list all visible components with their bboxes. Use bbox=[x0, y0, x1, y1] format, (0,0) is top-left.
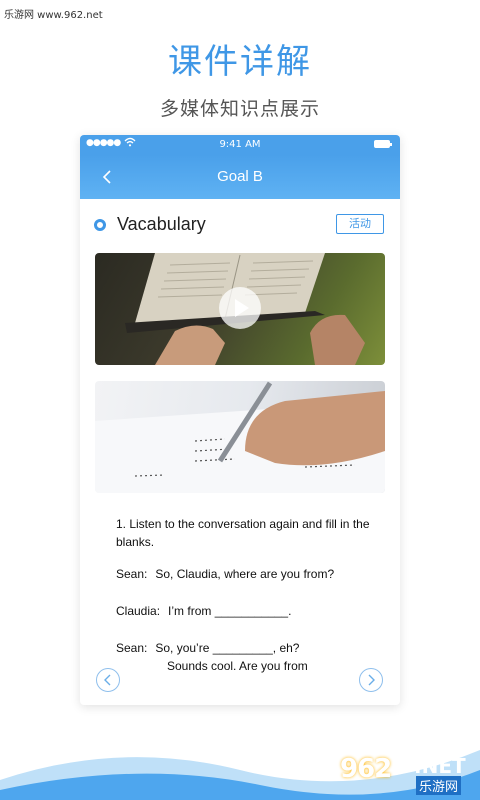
play-icon[interactable] bbox=[219, 287, 261, 329]
dialogue-line: Sean: So, you’re _________, eh? bbox=[116, 639, 376, 657]
prev-arrow-icon[interactable] bbox=[96, 668, 120, 692]
next-arrow-icon[interactable] bbox=[359, 668, 383, 692]
exercise-content: 1. Listen to the conversation again and … bbox=[116, 515, 376, 675]
logo-site-name: 乐游网 bbox=[416, 776, 462, 795]
dialogue-text: So, Claudia, where are you from? bbox=[155, 567, 335, 581]
exercise-instruction: 1. Listen to the conversation again and … bbox=[116, 517, 370, 549]
phone-mockup: ●●●●● 9:41 AM Goal B Vacabulary 活动 1. Li… bbox=[80, 135, 400, 705]
section-title: Vacabulary bbox=[117, 214, 206, 234]
logo-suffix: .NET bbox=[414, 754, 466, 778]
status-time: 9:41 AM bbox=[219, 139, 261, 150]
worksheet-illustration bbox=[95, 381, 385, 493]
speaker-label: Claudia: bbox=[116, 604, 161, 618]
dialogue-text: So, you’re _________, eh? bbox=[155, 641, 300, 655]
speaker-label: Sean: bbox=[116, 641, 148, 655]
dialogue-line: Sean: So, Claudia, where are you from? bbox=[116, 565, 376, 583]
nav-title: Goal B bbox=[217, 168, 263, 185]
writing-image bbox=[95, 381, 385, 493]
status-bar: ●●●●● 9:41 AM bbox=[80, 135, 400, 155]
dialogue-text: I’m from ___________. bbox=[168, 604, 292, 618]
section-header: Vacabulary 活动 bbox=[80, 211, 400, 239]
dialogue-line: Claudia: I’m from ___________. bbox=[116, 602, 376, 620]
bullet-icon bbox=[94, 219, 106, 231]
dialogue-continuation: Sounds cool. Are you from bbox=[167, 659, 308, 673]
logo-number: 962 bbox=[340, 754, 392, 784]
subheadline: 多媒体知识点展示 bbox=[159, 98, 320, 120]
nav-bar: Goal B bbox=[80, 155, 400, 199]
site-logo: 962 .NET 乐游网 bbox=[340, 752, 476, 795]
watermark: 乐游网 www.962.net bbox=[4, 10, 103, 21]
video-thumbnail[interactable] bbox=[95, 253, 385, 365]
headline: 课件详解 bbox=[168, 42, 312, 82]
battery-icon bbox=[374, 140, 392, 148]
activity-button[interactable]: 活动 bbox=[336, 214, 384, 234]
speaker-label: Sean: bbox=[116, 567, 148, 581]
